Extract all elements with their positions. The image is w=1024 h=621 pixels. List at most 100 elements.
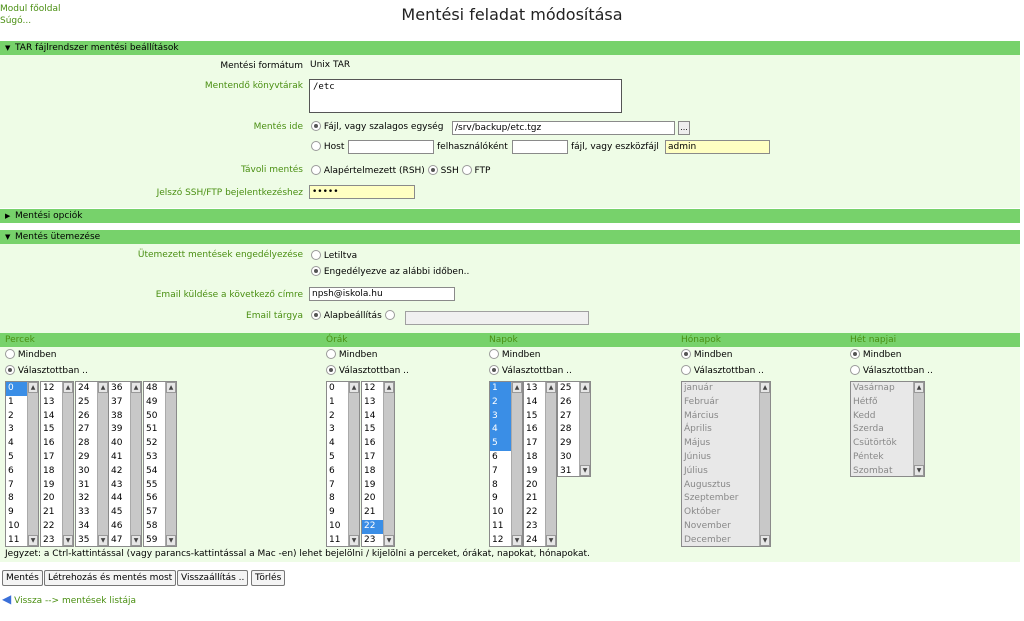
dest-host-radio[interactable] <box>311 141 321 151</box>
list-option[interactable]: 59 <box>144 534 165 546</box>
scroll-down-arrow-icon[interactable]: ▼ <box>349 535 359 546</box>
list-option[interactable]: Csütörtök <box>851 437 913 451</box>
list-option[interactable]: 46 <box>109 520 130 534</box>
list-option[interactable]: 4 <box>490 423 511 438</box>
list-option[interactable]: 3 <box>6 423 27 437</box>
list-option[interactable]: 8 <box>490 479 511 493</box>
list-option[interactable]: Szerda <box>851 423 913 437</box>
schedule-disabled-radio[interactable] <box>311 250 321 260</box>
dirs-textarea[interactable]: /etc <box>309 79 622 113</box>
scroll-down-arrow-icon[interactable]: ▼ <box>28 535 38 546</box>
list-option[interactable]: 51 <box>144 423 165 437</box>
list-option[interactable]: 5 <box>327 451 348 465</box>
list-option[interactable]: 28 <box>558 423 579 437</box>
list-option[interactable]: 15 <box>524 410 545 424</box>
minutes-list-1[interactable]: 0 1 2 3 4 5 6 7 8 9 10 11 ▲ ▼ <box>5 381 39 547</box>
list-option[interactable]: 13 <box>524 382 545 396</box>
list-option[interactable]: Kedd <box>851 410 913 424</box>
months-all-radio[interactable] <box>681 349 691 359</box>
list-option[interactable]: 49 <box>144 396 165 410</box>
days-list-1[interactable]: 1 2 3 4 5 6 7 8 9 10 11 12 ▲ ▼ <box>489 381 523 547</box>
section-header-tar[interactable]: ▼ TAR fájlrendszer mentési beállítások <box>0 41 1020 55</box>
scroll-up-arrow-icon[interactable]: ▲ <box>546 382 556 393</box>
list-option[interactable]: Október <box>682 506 759 520</box>
list-option[interactable]: Péntek <box>851 451 913 465</box>
restore-button[interactable]: Visszaállítás .. <box>177 570 249 586</box>
list-option[interactable]: 29 <box>76 451 97 465</box>
scroll-up-arrow-icon[interactable]: ▲ <box>760 382 770 393</box>
list-option[interactable]: Április <box>682 423 759 437</box>
list-option[interactable]: 15 <box>41 423 62 437</box>
list-option[interactable]: 19 <box>362 479 383 493</box>
scroll-down-arrow-icon[interactable]: ▼ <box>98 535 108 546</box>
minutes-list-2[interactable]: 12 13 14 15 16 17 18 19 20 21 22 23 ▲ ▼ <box>40 381 74 547</box>
list-option[interactable]: 25 <box>76 396 97 410</box>
list-option[interactable]: Július <box>682 465 759 479</box>
minutes-selected-radio[interactable] <box>5 365 15 375</box>
list-option[interactable]: 50 <box>144 410 165 424</box>
list-option[interactable]: 53 <box>144 451 165 465</box>
schedule-enabled-radio[interactable] <box>311 266 321 276</box>
list-option[interactable]: Szeptember <box>682 492 759 506</box>
list-option[interactable]: 8 <box>327 492 348 506</box>
list-option[interactable]: 22 <box>41 520 62 534</box>
list-option[interactable]: 42 <box>109 465 130 479</box>
list-option[interactable]: 17 <box>524 437 545 451</box>
list-option[interactable]: 23 <box>524 520 545 534</box>
list-option[interactable]: 21 <box>41 506 62 520</box>
list-option[interactable]: 9 <box>490 492 511 506</box>
minutes-list-5[interactable]: 48 49 50 51 52 53 54 55 56 57 58 59 ▲ ▼ <box>143 381 177 547</box>
list-option[interactable]: 10 <box>6 520 27 534</box>
list-option[interactable]: január <box>682 382 759 396</box>
scroll-down-arrow-icon[interactable]: ▼ <box>131 535 141 546</box>
list-option[interactable]: 14 <box>41 410 62 424</box>
list-option[interactable]: 22 <box>524 506 545 520</box>
scroll-down-arrow-icon[interactable]: ▼ <box>760 535 770 546</box>
list-option[interactable]: 11 <box>6 534 27 546</box>
list-option[interactable]: 19 <box>41 479 62 493</box>
list-option[interactable]: 15 <box>362 423 383 437</box>
months-list[interactable]: január Február Március Április Május Június Jú… <box>681 381 771 547</box>
list-option[interactable]: 57 <box>144 506 165 520</box>
scrollbar[interactable]: ▲ ▼ <box>130 382 141 546</box>
scroll-down-arrow-icon[interactable]: ▼ <box>166 535 176 546</box>
scroll-up-arrow-icon[interactable]: ▲ <box>384 382 394 393</box>
list-option[interactable]: 5 <box>490 437 511 451</box>
list-option[interactable]: 0 <box>6 382 27 396</box>
scroll-up-arrow-icon[interactable]: ▲ <box>349 382 359 393</box>
remote-ssh-radio[interactable] <box>427 165 438 175</box>
list-option[interactable]: Február <box>682 396 759 410</box>
scroll-up-arrow-icon[interactable]: ▲ <box>98 382 108 393</box>
list-option[interactable]: 31 <box>76 479 97 493</box>
list-option[interactable]: 33 <box>76 506 97 520</box>
list-option[interactable]: 26 <box>558 396 579 410</box>
list-option[interactable]: 25 <box>558 382 579 396</box>
list-option[interactable]: 20 <box>41 492 62 506</box>
list-option[interactable]: 56 <box>144 492 165 506</box>
scroll-up-arrow-icon[interactable]: ▲ <box>512 382 522 393</box>
list-option[interactable]: December <box>682 534 759 546</box>
list-option[interactable]: 14 <box>362 410 383 424</box>
list-option[interactable]: 38 <box>109 410 130 424</box>
list-option[interactable]: 9 <box>6 506 27 520</box>
list-option[interactable]: 37 <box>109 396 130 410</box>
list-option[interactable]: 3 <box>327 423 348 437</box>
days-list-2[interactable]: 13 14 15 16 17 18 19 20 21 22 23 24 ▲ ▼ <box>523 381 557 547</box>
list-option[interactable]: 23 <box>41 534 62 546</box>
list-option[interactable]: 14 <box>524 396 545 410</box>
list-option[interactable]: 18 <box>362 465 383 479</box>
list-option[interactable]: 24 <box>76 382 97 396</box>
list-option[interactable]: 6 <box>327 465 348 479</box>
list-option[interactable]: 30 <box>558 451 579 465</box>
scroll-down-arrow-icon[interactable]: ▼ <box>580 465 590 476</box>
scroll-up-arrow-icon[interactable]: ▲ <box>166 382 176 393</box>
list-option[interactable]: 41 <box>109 451 130 465</box>
list-option[interactable]: 18 <box>524 451 545 465</box>
list-option[interactable]: 13 <box>41 396 62 410</box>
scroll-down-arrow-icon[interactable]: ▼ <box>914 465 924 476</box>
list-option[interactable]: 2 <box>6 410 27 424</box>
list-option[interactable]: 20 <box>524 479 545 493</box>
list-option[interactable]: 17 <box>41 451 62 465</box>
scrollbar[interactable]: ▲ ▼ <box>348 382 359 546</box>
days-list-3[interactable]: 25 26 27 28 29 30 31 ▲ ▼ <box>557 381 591 477</box>
